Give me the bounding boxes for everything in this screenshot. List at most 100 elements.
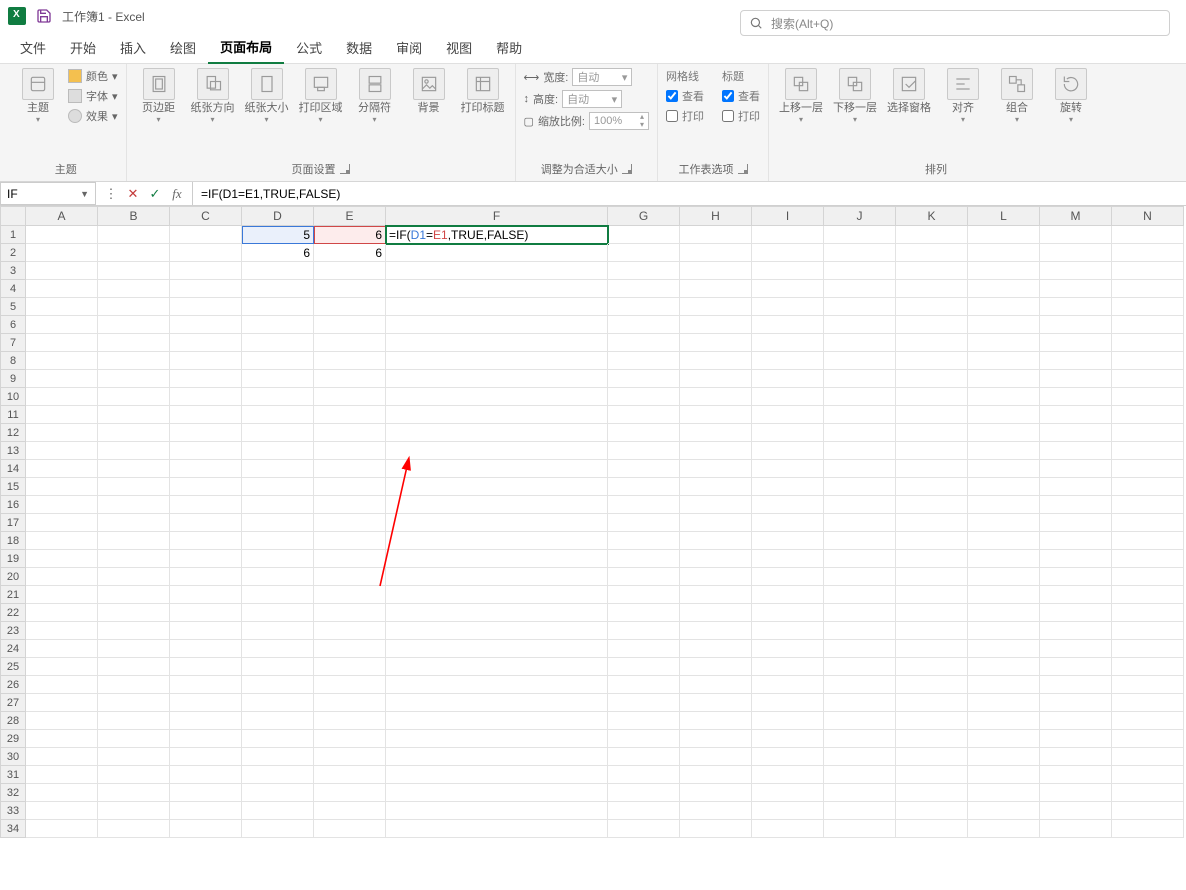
scale-height[interactable]: ↕高度:自动▾ — [524, 90, 623, 108]
cell-B27[interactable] — [98, 694, 170, 712]
row-header-16[interactable]: 16 — [0, 496, 26, 514]
cell-N1[interactable] — [1112, 226, 1184, 244]
cell-L34[interactable] — [968, 820, 1040, 838]
gridlines-view-check[interactable]: 查看 — [666, 88, 704, 104]
cell-E4[interactable] — [314, 280, 386, 298]
cell-K15[interactable] — [896, 478, 968, 496]
cell-D29[interactable] — [242, 730, 314, 748]
cell-M24[interactable] — [1040, 640, 1112, 658]
cell-C16[interactable] — [170, 496, 242, 514]
cell-L22[interactable] — [968, 604, 1040, 622]
scale-launcher[interactable] — [622, 164, 632, 174]
cell-D8[interactable] — [242, 352, 314, 370]
cell-H24[interactable] — [680, 640, 752, 658]
cell-N7[interactable] — [1112, 334, 1184, 352]
cell-K4[interactable] — [896, 280, 968, 298]
cell-I8[interactable] — [752, 352, 824, 370]
cell-K25[interactable] — [896, 658, 968, 676]
cell-K10[interactable] — [896, 388, 968, 406]
cell-L29[interactable] — [968, 730, 1040, 748]
namebox-dropdown-icon[interactable]: ⋮ — [100, 186, 122, 202]
cell-G7[interactable] — [608, 334, 680, 352]
cell-M29[interactable] — [1040, 730, 1112, 748]
fx-button[interactable]: fx — [166, 186, 188, 202]
cell-K27[interactable] — [896, 694, 968, 712]
cell-A8[interactable] — [26, 352, 98, 370]
cell-J18[interactable] — [824, 532, 896, 550]
cell-N6[interactable] — [1112, 316, 1184, 334]
formula-text[interactable]: =IF(D1=E1,TRUE,FALSE) — [193, 182, 1186, 205]
cell-M21[interactable] — [1040, 586, 1112, 604]
cell-N26[interactable] — [1112, 676, 1184, 694]
cell-B7[interactable] — [98, 334, 170, 352]
col-header-C[interactable]: C — [170, 206, 242, 226]
cell-K31[interactable] — [896, 766, 968, 784]
cell-I34[interactable] — [752, 820, 824, 838]
cell-G32[interactable] — [608, 784, 680, 802]
col-header-D[interactable]: D — [242, 206, 314, 226]
cell-E13[interactable] — [314, 442, 386, 460]
cell-I14[interactable] — [752, 460, 824, 478]
cell-G28[interactable] — [608, 712, 680, 730]
cell-K7[interactable] — [896, 334, 968, 352]
cell-E15[interactable] — [314, 478, 386, 496]
row-header-33[interactable]: 33 — [0, 802, 26, 820]
cell-N28[interactable] — [1112, 712, 1184, 730]
cell-E22[interactable] — [314, 604, 386, 622]
row-header-34[interactable]: 34 — [0, 820, 26, 838]
cell-N12[interactable] — [1112, 424, 1184, 442]
spreadsheet-grid[interactable]: ABCDEFGHIJKLMN 156=IF(D1=E1,TRUE,FALSE)2… — [0, 206, 1186, 838]
cell-B9[interactable] — [98, 370, 170, 388]
cell-K21[interactable] — [896, 586, 968, 604]
cell-K6[interactable] — [896, 316, 968, 334]
cell-A23[interactable] — [26, 622, 98, 640]
cell-D10[interactable] — [242, 388, 314, 406]
cell-J22[interactable] — [824, 604, 896, 622]
cell-B10[interactable] — [98, 388, 170, 406]
cell-G23[interactable] — [608, 622, 680, 640]
row-header-4[interactable]: 4 — [0, 280, 26, 298]
cell-B15[interactable] — [98, 478, 170, 496]
cell-D28[interactable] — [242, 712, 314, 730]
cell-G17[interactable] — [608, 514, 680, 532]
cell-M14[interactable] — [1040, 460, 1112, 478]
cell-F6[interactable] — [386, 316, 608, 334]
row-header-18[interactable]: 18 — [0, 532, 26, 550]
cell-A5[interactable] — [26, 298, 98, 316]
rotate-button[interactable]: 旋转 — [1047, 68, 1095, 125]
cell-G29[interactable] — [608, 730, 680, 748]
row-header-2[interactable]: 2 — [0, 244, 26, 262]
cell-F12[interactable] — [386, 424, 608, 442]
cell-E30[interactable] — [314, 748, 386, 766]
cell-H3[interactable] — [680, 262, 752, 280]
cell-C29[interactable] — [170, 730, 242, 748]
select-all-corner[interactable] — [0, 206, 26, 226]
cell-H1[interactable] — [680, 226, 752, 244]
cell-E3[interactable] — [314, 262, 386, 280]
cell-E9[interactable] — [314, 370, 386, 388]
cell-K34[interactable] — [896, 820, 968, 838]
tab-审阅[interactable]: 审阅 — [384, 32, 434, 63]
cell-D9[interactable] — [242, 370, 314, 388]
cell-G20[interactable] — [608, 568, 680, 586]
tab-数据[interactable]: 数据 — [334, 32, 384, 63]
cell-D26[interactable] — [242, 676, 314, 694]
col-header-L[interactable]: L — [968, 206, 1040, 226]
cell-M2[interactable] — [1040, 244, 1112, 262]
cell-N16[interactable] — [1112, 496, 1184, 514]
cell-E14[interactable] — [314, 460, 386, 478]
cell-G18[interactable] — [608, 532, 680, 550]
cell-J17[interactable] — [824, 514, 896, 532]
cell-E11[interactable] — [314, 406, 386, 424]
cell-N29[interactable] — [1112, 730, 1184, 748]
cell-C1[interactable] — [170, 226, 242, 244]
cell-C22[interactable] — [170, 604, 242, 622]
row-header-13[interactable]: 13 — [0, 442, 26, 460]
cell-K9[interactable] — [896, 370, 968, 388]
cell-F9[interactable] — [386, 370, 608, 388]
cell-A28[interactable] — [26, 712, 98, 730]
cell-D32[interactable] — [242, 784, 314, 802]
cell-N13[interactable] — [1112, 442, 1184, 460]
cell-K23[interactable] — [896, 622, 968, 640]
col-header-H[interactable]: H — [680, 206, 752, 226]
